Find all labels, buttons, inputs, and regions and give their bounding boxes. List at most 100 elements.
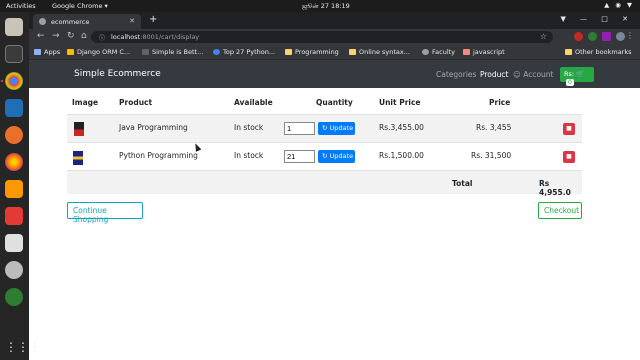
address-bar[interactable]: ⓘ localhost:8001/cart/display ☆: [91, 31, 553, 43]
vscode-icon[interactable]: [5, 99, 23, 117]
url-path: :8001/cart/display: [140, 33, 200, 41]
nav-account[interactable]: ☺ Account: [513, 70, 554, 79]
browser-toolbar: ← → ↻ ⌂ ⓘ localhost:8001/cart/display ☆ …: [29, 29, 640, 45]
software-icon[interactable]: [5, 234, 23, 252]
new-tab-button[interactable]: +: [149, 14, 157, 25]
dock: ⋮⋮⋮: [0, 12, 41, 360]
nav-product[interactable]: Product: [480, 70, 508, 79]
refresh-icon: ↻: [322, 124, 328, 132]
tab-bar: ecommerce ✕ + ▼ — □ ✕: [29, 12, 640, 29]
close-tab-icon[interactable]: ✕: [129, 17, 135, 25]
globe-icon: [39, 18, 46, 25]
site-brand[interactable]: Simple Ecommerce: [74, 69, 161, 79]
show-apps-icon[interactable]: ⋮⋮⋮: [5, 340, 41, 358]
site-navbar: Simple Ecommerce Categories Product ☺ Ac…: [29, 60, 640, 88]
bookmark-folder[interactable]: Programming: [285, 48, 339, 56]
activities-button[interactable]: Activities: [6, 2, 36, 10]
bookmark-folder-other[interactable]: Other bookmarks: [565, 48, 632, 56]
window-controls[interactable]: ▼ — □ ✕: [560, 15, 634, 23]
folder-icon: [285, 49, 292, 55]
folder-icon: [349, 49, 356, 55]
product-thumbnail: [73, 151, 83, 165]
product-name[interactable]: Java Programming: [119, 123, 188, 132]
cart-currency: Rs:: [564, 70, 575, 78]
chrome-menu-icon[interactable]: ⋮: [626, 31, 634, 40]
cart-row: Java Programming In stock ↻ Update Rs.3,…: [67, 114, 582, 142]
terminal-icon[interactable]: [5, 45, 23, 63]
firefox-icon[interactable]: [5, 153, 23, 171]
disk-icon[interactable]: [5, 261, 23, 279]
update-button[interactable]: ↻ Update: [318, 150, 355, 163]
bookmark-favicon-icon: [67, 49, 74, 55]
cart-icon: 🛒: [576, 70, 585, 78]
bookmark-folder[interactable]: Online syntax...: [349, 48, 410, 56]
line-price: Rs. 3,455: [476, 123, 512, 132]
bookmark-item[interactable]: Top 27 Python...: [213, 48, 275, 56]
trash-icon[interactable]: ■: [563, 123, 575, 135]
clock[interactable]: ஜூன் 27 18:19: [302, 2, 350, 11]
home-icon[interactable]: ⌂: [81, 31, 87, 41]
folder-icon: [565, 49, 572, 55]
availability: In stock: [234, 123, 264, 132]
bookmark-item[interactable]: Faculty: [422, 48, 455, 56]
gimp-icon[interactable]: [5, 288, 23, 306]
header-unit-price: Unit Price: [379, 98, 421, 107]
extension-icon[interactable]: [602, 32, 611, 41]
product-thumbnail: [74, 122, 84, 136]
unit-price: Rs.1,500.00: [379, 151, 424, 160]
extension-icon[interactable]: [588, 32, 597, 41]
tab-title: ecommerce: [51, 18, 90, 26]
bookmark-favicon-icon: [463, 49, 470, 55]
cart-count-badge: 0: [566, 79, 574, 86]
header-quantity: Quantity: [316, 98, 353, 107]
header-price: Price: [489, 98, 511, 107]
back-arrow-icon[interactable]: ←: [37, 31, 45, 41]
update-button[interactable]: ↻ Update: [318, 122, 355, 135]
cart-button[interactable]: Rs: 🛒0: [560, 67, 594, 86]
bookmark-item[interactable]: javascript: [463, 48, 505, 56]
bookmark-item[interactable]: Django ORM C...: [67, 48, 130, 56]
apps-grid-icon: [34, 49, 41, 55]
total-row: Total Rs 4,955.0: [67, 170, 582, 197]
profile-avatar[interactable]: [616, 32, 625, 41]
nav-categories[interactable]: Categories: [436, 70, 476, 79]
bookmark-favicon-icon: [422, 49, 429, 55]
unit-price: Rs.3,455.00: [379, 123, 424, 132]
checkout-button[interactable]: Checkout: [538, 202, 582, 219]
files-icon[interactable]: [5, 18, 23, 36]
system-top-bar: Activities Google Chrome ▾ ஜூன் 27 18:19…: [0, 0, 640, 12]
trash-icon[interactable]: ■: [563, 151, 575, 163]
line-price: Rs. 31,500: [471, 151, 512, 160]
bookmark-item[interactable]: Simple is Bett...: [142, 48, 203, 56]
sublime-icon[interactable]: [5, 180, 23, 198]
refresh-icon: ↻: [322, 152, 328, 160]
total-label: Total: [452, 179, 473, 188]
header-product: Product: [119, 98, 153, 107]
tab-ecommerce[interactable]: ecommerce ✕: [33, 14, 141, 29]
bookmark-favicon-icon: [213, 49, 220, 55]
bookmark-star-icon[interactable]: ☆: [540, 32, 547, 41]
anydesk-icon[interactable]: [5, 207, 23, 225]
url-host: localhost: [111, 33, 141, 41]
system-tray[interactable]: ▲ ◉ ▼: [604, 1, 634, 9]
reload-icon[interactable]: ↻: [67, 31, 75, 41]
info-icon[interactable]: ⓘ: [99, 33, 105, 42]
continue-shopping-button[interactable]: Continue Shopping: [67, 202, 143, 224]
header-image: Image: [72, 98, 99, 107]
bookmark-favicon-icon: [142, 49, 149, 55]
header-available: Available: [234, 98, 273, 107]
bookmark-apps[interactable]: Apps: [34, 48, 60, 56]
total-value: Rs 4,955.0: [539, 179, 571, 197]
quantity-input[interactable]: [284, 150, 315, 163]
chrome-icon[interactable]: [5, 72, 23, 90]
extension-icon[interactable]: [574, 32, 583, 41]
cart-row: Python Programming In stock ↻ Update Rs.…: [67, 142, 582, 170]
forward-arrow-icon[interactable]: →: [52, 31, 60, 41]
bookmarks-bar: Apps Django ORM C... Simple is Bett... T…: [29, 45, 640, 60]
active-indicator: [1, 80, 3, 82]
app-menu[interactable]: Google Chrome ▾: [52, 2, 108, 10]
product-name[interactable]: Python Programming: [119, 151, 198, 160]
quantity-input[interactable]: [284, 122, 315, 135]
postman-icon[interactable]: [5, 126, 23, 144]
availability: In stock: [234, 151, 264, 160]
